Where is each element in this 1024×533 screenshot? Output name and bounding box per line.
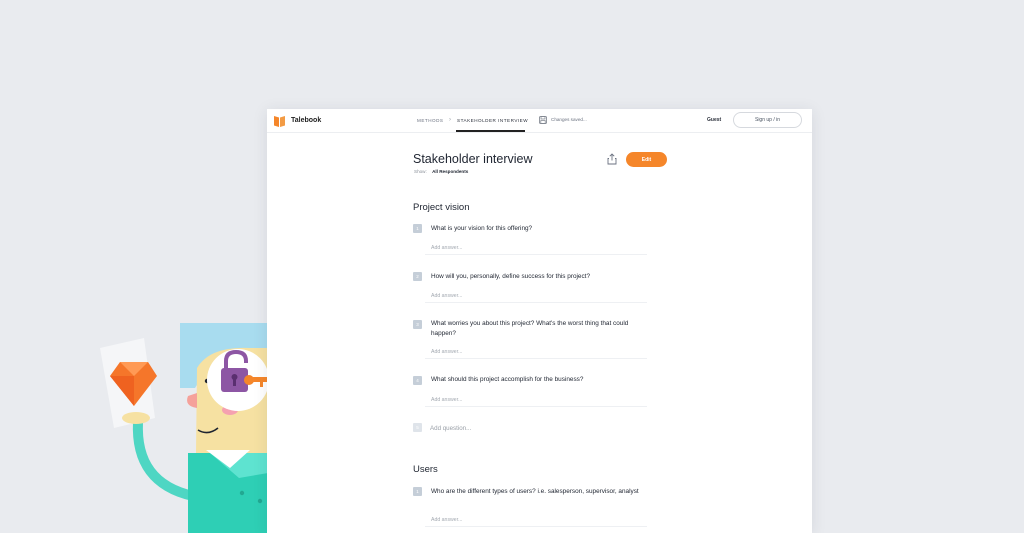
answer-input[interactable] — [425, 289, 647, 303]
answer-input[interactable] — [425, 345, 647, 359]
question-text: What worries you about this project? Wha… — [431, 320, 629, 337]
page-title: Stakeholder interview — [413, 152, 533, 166]
add-question-input[interactable] — [430, 422, 630, 434]
chevron-right-icon: › — [449, 117, 451, 123]
show-label: Show: — [414, 169, 427, 174]
talebook-logo-icon — [274, 116, 285, 127]
character-illustration — [100, 323, 268, 533]
answer-input[interactable] — [425, 393, 647, 407]
save-icon — [539, 116, 547, 124]
question-text: How will you, personally, define success… — [431, 273, 591, 280]
question-number: 2 — [413, 272, 422, 281]
top-bar: Talebook METHODS › STAKEHOLDER INTERVIEW… — [267, 109, 812, 133]
answer-input[interactable] — [425, 241, 647, 255]
question-text: What should this project accomplish for … — [431, 376, 584, 383]
brand[interactable]: Talebook — [274, 115, 321, 127]
answer-input[interactable] — [425, 513, 647, 527]
nav-stakeholder-interview[interactable]: STAKEHOLDER INTERVIEW — [457, 118, 528, 124]
question-text: What is your vision for this offering? — [431, 225, 533, 232]
nav-methods[interactable]: METHODS — [417, 118, 443, 124]
guest-label: Guest — [707, 117, 722, 123]
save-status-text: Changes saved... — [551, 117, 587, 122]
active-tab-indicator — [456, 130, 525, 132]
question-number: 1 — [413, 487, 422, 496]
respondent-filter: Show: All Respondents — [414, 169, 468, 175]
question-number: 4 — [413, 376, 422, 385]
save-status: Changes saved... — [539, 116, 587, 124]
question-number: 1 — [413, 224, 422, 233]
app-name: Talebook — [291, 117, 322, 124]
question-text: Who are the different types of users? i.… — [431, 488, 639, 495]
add-question-number: 5 — [413, 423, 422, 432]
edit-button[interactable]: Edit — [626, 152, 667, 167]
share-icon[interactable] — [607, 153, 617, 165]
section-title-users: Users — [413, 464, 438, 475]
signup-button[interactable]: Sign up / in — [733, 112, 802, 128]
question-number: 3 — [413, 320, 422, 329]
app-window: Talebook METHODS › STAKEHOLDER INTERVIEW… — [267, 109, 812, 533]
respondent-filter-select[interactable]: All Respondents — [432, 169, 468, 174]
section-title-project-vision: Project vision — [413, 202, 470, 213]
